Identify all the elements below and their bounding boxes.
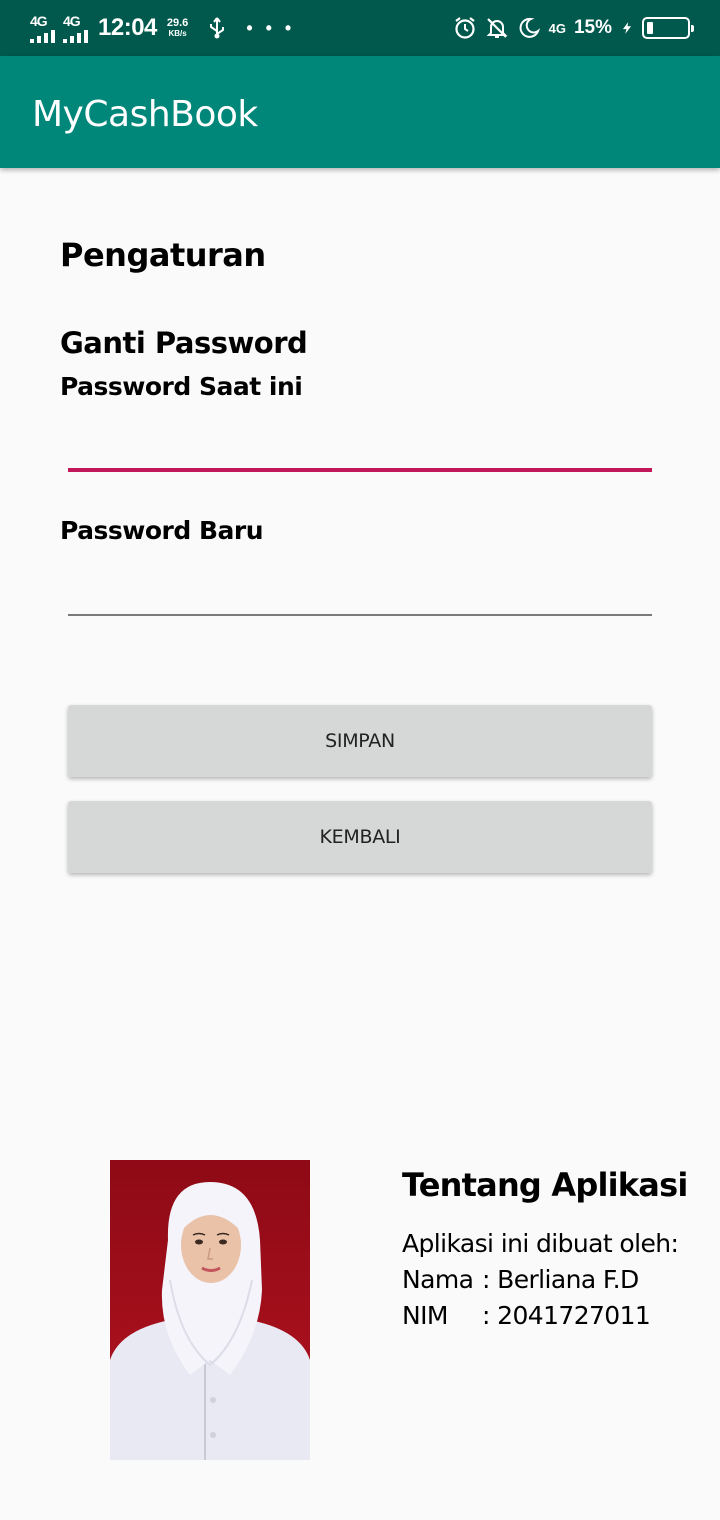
speed-unit: KB/s (168, 29, 187, 38)
status-bar: 4G 4G 12:04 29.6 KB/s • • • 4G 15% (0, 0, 720, 56)
do-not-disturb-moon-icon (519, 17, 540, 38)
battery-icon (642, 17, 694, 39)
usb-icon (210, 17, 225, 39)
new-password-label: Password Baru (60, 516, 264, 545)
status-left: 4G 4G 12:04 29.6 KB/s • • • (30, 10, 295, 46)
network-speed: 29.6 KB/s (166, 17, 189, 39)
portrait-illustration (110, 1160, 310, 1460)
about-title: Tentang Aplikasi (402, 1166, 688, 1204)
about-section: Tentang Aplikasi Aplikasi ini dibuat ole… (402, 1166, 688, 1334)
network-type-2: 4G (63, 12, 81, 29)
status-right: 4G 15% (453, 10, 694, 46)
developer-photo (110, 1160, 310, 1460)
save-button[interactable]: SIMPAN (68, 705, 652, 777)
name-value: : Berliana F.D (482, 1265, 639, 1294)
battery-percent: 15% (573, 17, 612, 38)
back-button[interactable]: KEMBALI (68, 801, 652, 873)
about-nim-row: NIM : 2041727011 (402, 1298, 687, 1334)
about-made-by: Aplikasi ini dibuat oleh: (402, 1229, 679, 1258)
current-password-input[interactable] (68, 432, 652, 472)
signal-2: 4G (63, 14, 88, 43)
charging-bolt-icon (622, 22, 632, 34)
signal-bars-icon (30, 29, 55, 43)
app-bar: MyCashBook (0, 56, 720, 168)
signal-1: 4G (30, 14, 55, 43)
more-notifications-icon: • • • (246, 17, 296, 38)
speed-value: 29.6 (166, 17, 189, 29)
about-name-row: Nama : Berliana F.D (402, 1262, 687, 1298)
name-key: Nama (402, 1265, 474, 1294)
alarm-icon (454, 17, 475, 39)
signal-bars-icon (63, 29, 88, 43)
battery-level (647, 22, 653, 34)
page-title: Pengaturan (60, 236, 266, 274)
nim-key: NIM (402, 1301, 448, 1330)
app-title: MyCashBook (32, 94, 258, 135)
current-password-label: Password Saat ini (60, 372, 303, 401)
network-type-3: 4G (548, 20, 566, 36)
nim-value: : 2041727011 (482, 1301, 651, 1330)
section-title: Ganti Password (60, 326, 308, 360)
notifications-off-icon (486, 18, 508, 38)
network-type-1: 4G (30, 12, 48, 29)
clock: 12:04 (98, 14, 157, 41)
new-password-input[interactable] (68, 576, 652, 616)
